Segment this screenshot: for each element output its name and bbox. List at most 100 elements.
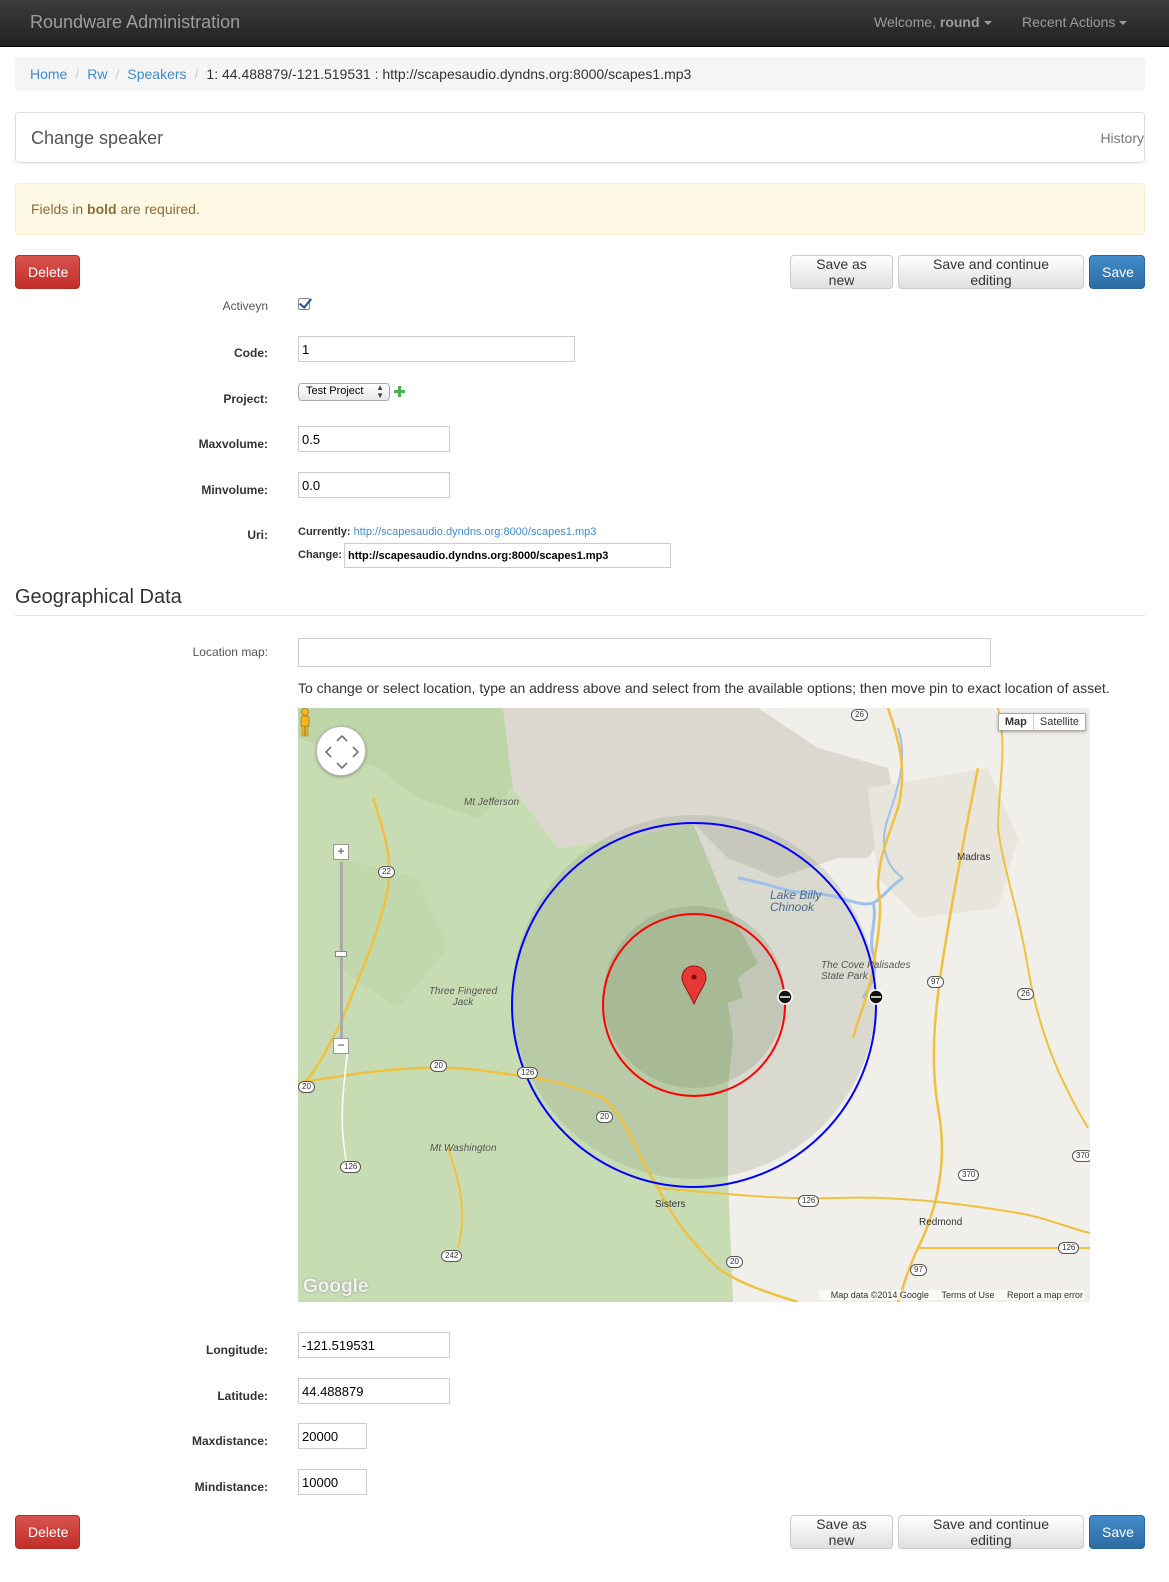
route-shield: 126 — [517, 1067, 539, 1079]
route-shield: 26 — [1017, 988, 1034, 1000]
alert-prefix: Fields in — [31, 201, 88, 217]
username: round — [939, 14, 980, 30]
pegman-icon[interactable] — [298, 708, 312, 738]
map-city-label: Redmond — [919, 1217, 963, 1228]
maxdistance-label: Maxdistance: — [191, 1434, 268, 1448]
pan-control[interactable] — [316, 726, 366, 776]
latitude-input[interactable] — [298, 1378, 450, 1404]
top-navbar: Roundware Administration Welcome, round … — [0, 0, 1169, 47]
select-arrows-icon: ▲ ▼ — [376, 383, 384, 400]
maxdistance-input[interactable] — [298, 1423, 367, 1449]
save-and-continue-button-bottom[interactable]: Save and continue editing — [898, 1515, 1084, 1549]
route-shield: 20 — [298, 1081, 315, 1093]
uri-label: Uri: — [247, 528, 268, 542]
pin-dot — [691, 974, 697, 980]
map-water-label: Lake Billy Chinook — [770, 888, 822, 914]
save-button-bottom[interactable]: Save — [1089, 1515, 1145, 1549]
geographical-data-heading: Geographical Data — [15, 586, 1145, 616]
terms-of-use-link[interactable]: Terms of Use — [941, 1290, 994, 1300]
longitude-label: Longitude: — [206, 1343, 268, 1357]
map-type-map-button[interactable]: Map — [999, 714, 1034, 730]
alert-bold: bold — [87, 201, 117, 217]
code-input[interactable] — [298, 336, 575, 362]
location-search-input[interactable] — [298, 638, 991, 667]
zoom-in-button[interactable]: + — [333, 844, 349, 860]
map-city-label: Sisters — [655, 1199, 686, 1210]
route-shield: 126 — [340, 1161, 362, 1173]
mindistance-label: Mindistance: — [194, 1480, 268, 1494]
project-label: Project: — [223, 392, 268, 406]
breadcrumb-separator: / — [115, 66, 120, 82]
map-footer: Map data ©2014 Google Terms of Use Repor… — [818, 1290, 1085, 1300]
breadcrumb-speakers[interactable]: Speakers — [127, 66, 186, 82]
route-shield: 370 — [1072, 1150, 1090, 1162]
zoom-slider-handle[interactable] — [335, 951, 347, 957]
google-logo: Google — [303, 1276, 369, 1297]
recent-actions-menu[interactable]: Recent Actions — [1022, 14, 1128, 30]
project-selected-value: Test Project — [306, 385, 364, 397]
zoom-out-button[interactable]: − — [333, 1038, 349, 1054]
breadcrumb-current: 1: 44.488879/-121.519531 : http://scapes… — [206, 66, 692, 82]
route-shield: 97 — [927, 976, 944, 988]
breadcrumb-home[interactable]: Home — [30, 66, 67, 82]
route-shield: 126 — [798, 1195, 820, 1207]
breadcrumb-separator: / — [75, 66, 80, 82]
maxvolume-label: Maxvolume: — [198, 437, 268, 451]
code-label: Code: — [234, 346, 268, 360]
chevron-down-icon — [1119, 21, 1128, 26]
route-shield: 26 — [851, 709, 868, 721]
map-park-label: The Cove Palisades State Park — [821, 960, 911, 982]
mindistance-input[interactable] — [298, 1469, 367, 1495]
route-shield: 22 — [378, 866, 395, 878]
minvolume-label: Minvolume: — [201, 483, 268, 497]
longitude-input[interactable] — [298, 1332, 450, 1358]
route-shield: 20 — [726, 1256, 743, 1268]
uri-change-input[interactable] — [344, 543, 671, 568]
maxvolume-input[interactable] — [298, 426, 450, 452]
save-button[interactable]: Save — [1089, 255, 1145, 289]
page-title: Change speaker — [31, 128, 164, 148]
chevron-down-icon — [983, 21, 992, 26]
site-brand[interactable]: Roundware Administration — [30, 12, 240, 33]
route-shield: 242 — [441, 1250, 463, 1262]
map-type-satellite-button[interactable]: Satellite — [1034, 714, 1085, 730]
delete-button[interactable]: Delete — [15, 255, 80, 289]
map-city-label: Madras — [957, 852, 991, 863]
page-header: Change speaker History — [15, 112, 1145, 163]
highway — [996, 708, 1089, 1129]
save-as-new-button[interactable]: Save as new — [790, 255, 893, 289]
map-canvas[interactable] — [298, 708, 1090, 1302]
map-place-label: Mt Washington — [430, 1143, 497, 1154]
uri-currently-label: Currently: — [298, 526, 351, 538]
welcome-text: Welcome, — [874, 14, 940, 30]
breadcrumb-rw[interactable]: Rw — [87, 66, 107, 82]
minvolume-input[interactable] — [298, 472, 450, 498]
route-shield: 20 — [596, 1111, 613, 1123]
delete-button-bottom[interactable]: Delete — [15, 1515, 80, 1549]
activeyn-label: Activeyn — [222, 299, 268, 313]
route-shield: 126 — [1058, 1242, 1080, 1254]
project-select[interactable]: Test Project ▲ ▼ — [298, 383, 390, 401]
add-project-icon[interactable] — [394, 386, 405, 397]
latitude-label: Latitude: — [217, 1389, 268, 1403]
location-map-label: Location map: — [192, 645, 268, 659]
breadcrumb-separator: / — [194, 66, 199, 82]
uri-currently: Currently: http://scapesaudio.dyndns.org… — [298, 526, 596, 538]
uri-change-label-wrap: Change: — [298, 549, 342, 561]
pan-arrows-icon — [324, 734, 360, 770]
map-place-label: Mt Jefferson — [464, 797, 520, 808]
location-help-text: To change or select location, type an ad… — [298, 680, 1110, 696]
history-link[interactable]: History — [1100, 130, 1144, 146]
activeyn-checkbox[interactable] — [298, 298, 310, 310]
uri-current-link[interactable]: http://scapesaudio.dyndns.org:8000/scape… — [354, 526, 597, 538]
report-map-error-link[interactable]: Report a map error — [1007, 1290, 1083, 1300]
location-map[interactable]: Mt Jefferson Three Fingered Jack Mt Wash… — [298, 708, 1090, 1302]
map-type-control: Map Satellite — [997, 713, 1086, 731]
farmland — [868, 768, 1018, 918]
route-shield: 370 — [958, 1169, 980, 1181]
user-menu[interactable]: Welcome, round — [874, 14, 992, 30]
save-as-new-button-bottom[interactable]: Save as new — [790, 1515, 893, 1549]
save-and-continue-button[interactable]: Save and continue editing — [898, 255, 1084, 289]
map-data-credit: Map data ©2014 Google — [830, 1290, 929, 1300]
uri-change-label: Change: — [298, 549, 342, 561]
